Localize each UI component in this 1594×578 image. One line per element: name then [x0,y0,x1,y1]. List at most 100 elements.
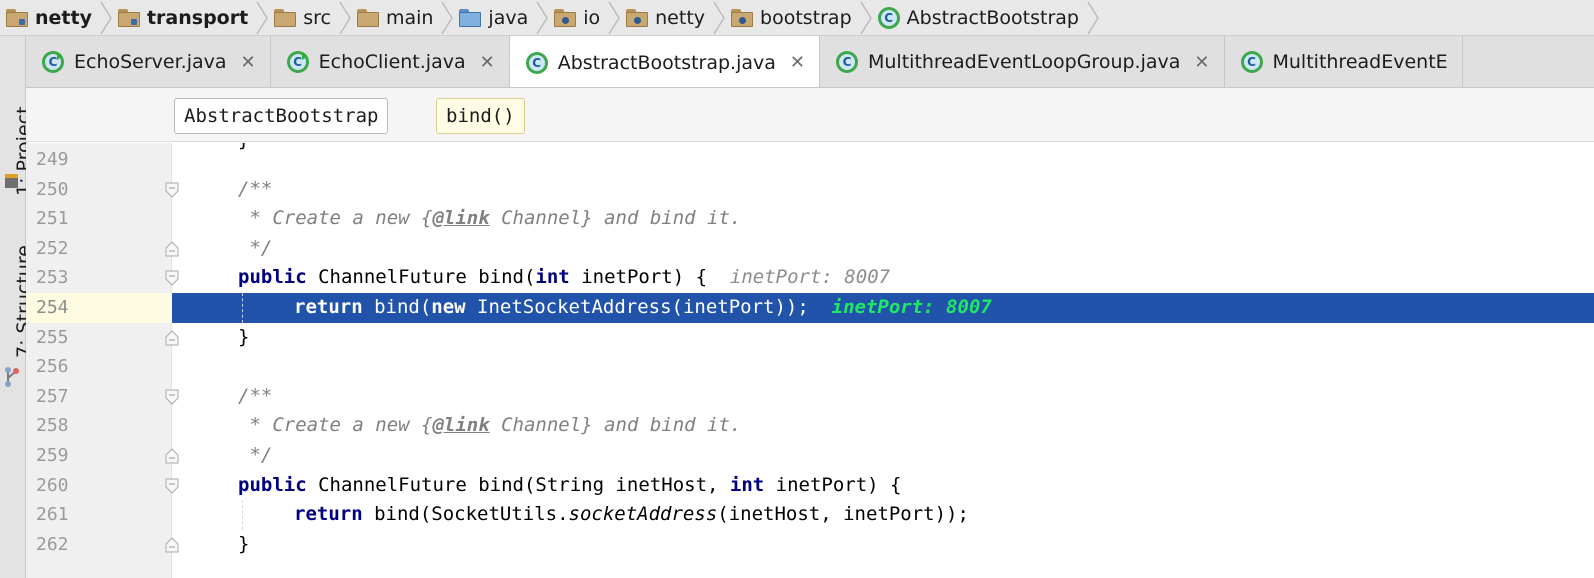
package-icon [731,8,754,27]
source-root-folder-icon [459,8,482,27]
editor-tab-2[interactable]: C AbstractBootstrap.java ✕ [509,36,820,87]
class-icon-letter: C [880,9,897,26]
code-line: 257 /** [26,382,1594,412]
code-line: 261 return bind(SocketUtils.socketAddress… [26,500,1594,530]
line-number: 261 [36,504,69,526]
breadcrumb-separator-icon [858,0,874,35]
line-number: 253 [36,267,69,289]
editor-tab-4[interactable]: C MultithreadEventE [1225,36,1463,87]
breadcrumb-separator-icon [534,0,550,35]
code-text: return bind(SocketUtils.socketAddress(in… [294,503,969,526]
breadcrumb-item-2[interactable]: src [274,0,331,35]
close-icon[interactable]: ✕ [1180,52,1209,73]
breadcrumb-item-3[interactable]: main [356,0,434,35]
code-line: 259 */ [26,441,1594,471]
parameter-value-hint: inetPort: 8007 [729,266,891,289]
code-text: return bind(new InetSocketAddress(inetPo… [294,296,992,318]
class-icon: C [42,51,64,73]
indent-guide [242,293,243,323]
breadcrumb-separator-icon [98,0,114,35]
structure-breadcrumb: AbstractBootstrap bind() [26,88,1594,142]
code-text: /** [238,384,273,407]
code-text: } [238,532,250,555]
breadcrumb-item-4[interactable]: java [459,0,529,35]
tab-label: AbstractBootstrap.java [557,51,776,74]
breadcrumb-label: io [583,6,601,29]
code-text: */ [238,236,273,259]
fold-marker-icon[interactable] [164,478,180,494]
editor-tab-0[interactable]: C EchoServer.java ✕ [26,36,271,87]
fold-marker-icon[interactable] [164,389,180,405]
breadcrumb-label: netty [35,6,92,29]
line-number: 262 [36,533,69,555]
class-icon: C [525,51,548,74]
editor-tab-bar: C EchoServer.java ✕ C EchoClient.java ✕ C Abstr… [26,36,1594,88]
fold-marker-icon[interactable] [164,270,180,287]
class-breadcrumb-item[interactable]: AbstractBootstrap [174,98,389,134]
breadcrumb-item-6[interactable]: netty [626,0,706,35]
line-number: 252 [36,237,69,259]
fold-marker-icon[interactable] [164,537,180,553]
breadcrumb-separator-icon [254,0,270,35]
line-number: 259 [36,445,69,466]
breadcrumb-item-5[interactable]: io [554,0,601,35]
code-line: 250 /** [26,175,1594,205]
selected-code-line: 254 return bind(new InetSocketAddress(ine… [26,293,1594,323]
breadcrumb-label: bootstrap [760,6,852,29]
code-text: * Create a new {@link Channel} and bind … [238,414,742,437]
close-icon[interactable]: ✕ [227,52,256,73]
package-icon [626,8,649,27]
class-icon: C [1240,51,1263,73]
tab-label: EchoServer.java [74,51,227,73]
code-text: public ChannelFuture bind(int inetPort) … [238,266,891,289]
close-icon[interactable]: ✕ [776,52,805,73]
line-number: 258 [36,415,69,437]
breadcrumb-item-1[interactable]: transport [117,0,249,35]
fold-marker-icon[interactable] [164,241,180,257]
breadcrumb-separator-icon [439,0,455,35]
fold-marker-icon[interactable] [164,182,180,198]
tab-label: EchoClient.java [318,51,466,73]
run-marker-icon [301,51,309,60]
line-number: 260 [36,474,69,496]
parameter-value-hint: inetPort: 8007 [831,296,992,318]
breadcrumb-label: main [385,6,434,29]
code-text: public ChannelFuture bind(String inetHos… [238,473,902,496]
class-icon-letter: C [839,54,855,70]
close-icon[interactable]: ✕ [466,52,495,73]
code-line: 252 */ [26,234,1594,264]
code-line: 260 public ChannelFuture bind(String inet… [26,471,1594,501]
tab-label: MultithreadEventLoopGroup.java [868,51,1181,73]
folder-icon [274,8,297,27]
class-icon-letter: C [1243,54,1260,70]
run-marker-icon [57,51,64,60]
code-editor[interactable]: } 249 250 /** 251 * Create a new {@link Cha… [26,143,1594,578]
code-line: 262} [26,530,1594,560]
breadcrumb-item-0[interactable]: netty [0,0,92,35]
editor-tab-3[interactable]: C MultithreadEventLoopGroup.java ✕ [820,36,1225,87]
line-number: 249 [36,149,69,170]
breadcrumb-label: netty [655,6,706,29]
breadcrumb-separator-icon [337,0,353,35]
code-text: /** [238,177,273,200]
breadcrumb-item-8[interactable]: C AbstractBootstrap [877,0,1079,35]
breadcrumb-item-7[interactable]: bootstrap [731,0,852,35]
fold-marker-icon[interactable] [164,329,180,346]
left-tool-window-stripe: 1: Project 7: Structure [0,36,35,578]
breadcrumb-label: transport [146,6,249,29]
breadcrumb-separator-icon [1085,0,1101,35]
method-breadcrumb-item[interactable]: bind() [436,98,525,134]
line-number: 256 [36,356,69,378]
class-icon-letter: C [528,54,545,71]
folder-icon [356,8,379,27]
class-icon: C [286,51,309,73]
class-icon: C [836,51,858,73]
editor-tab-1[interactable]: C EchoClient.java ✕ [271,36,510,87]
fold-marker-icon[interactable] [164,448,180,464]
line-number: 251 [36,208,69,230]
code-line: 256 [26,352,1594,382]
line-number: 250 [36,178,69,200]
code-line: 258 * Create a new {@link Channel} and b… [26,411,1594,441]
breadcrumb-label: java [488,6,529,29]
class-icon: C [877,6,900,29]
